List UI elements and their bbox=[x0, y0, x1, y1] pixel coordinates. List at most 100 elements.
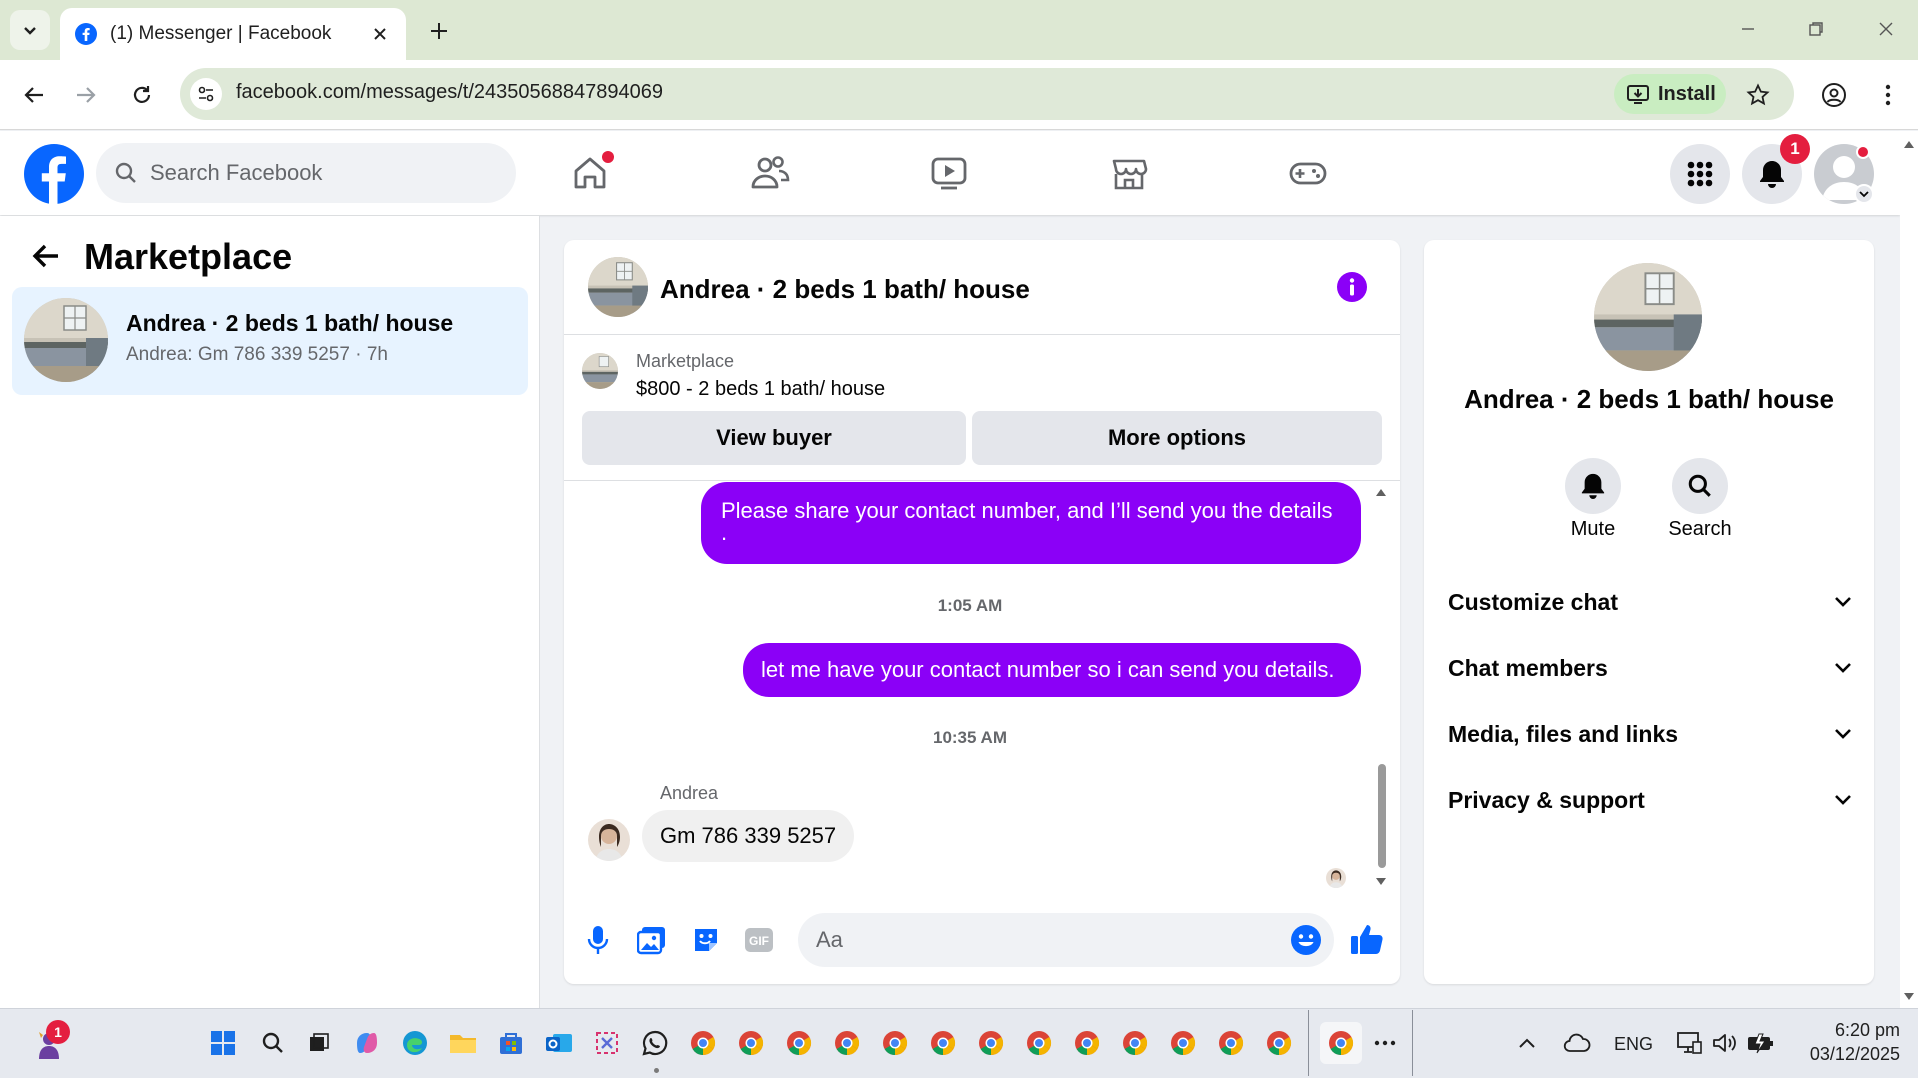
tab-close-button[interactable] bbox=[368, 22, 392, 46]
reload-button[interactable] bbox=[124, 77, 160, 113]
section-media-files-links[interactable]: Media, files and links bbox=[1448, 714, 1852, 754]
taskbar-store[interactable] bbox=[494, 1026, 528, 1060]
menu-button[interactable] bbox=[1670, 144, 1730, 204]
install-app-button[interactable]: Install bbox=[1614, 74, 1726, 114]
more-options-button[interactable]: More options bbox=[972, 411, 1382, 465]
taskbar-whatsapp[interactable] bbox=[638, 1026, 672, 1060]
search-in-conversation-button[interactable] bbox=[1672, 458, 1728, 514]
conversation-name: Andrea · 2 beds 1 bath/ house bbox=[126, 310, 454, 336]
taskbar-copilot[interactable] bbox=[350, 1026, 384, 1060]
chat-header-avatar[interactable] bbox=[588, 257, 648, 317]
outgoing-message[interactable]: Please share your contact number, and I’… bbox=[701, 482, 1361, 564]
taskbar-chrome-4[interactable] bbox=[830, 1026, 864, 1060]
taskbar-chrome-9[interactable] bbox=[1070, 1026, 1104, 1060]
nav-gaming[interactable] bbox=[1285, 150, 1331, 196]
taskbar-chrome-8[interactable] bbox=[1022, 1026, 1056, 1060]
clock-time[interactable]: 6:20 pm bbox=[1800, 1020, 1900, 1041]
taskbar-chrome-13[interactable] bbox=[1262, 1026, 1296, 1060]
chat-scrollbar-thumb[interactable] bbox=[1378, 764, 1386, 868]
browser-menu-button[interactable] bbox=[1870, 77, 1906, 113]
start-button[interactable] bbox=[206, 1026, 240, 1060]
mute-button[interactable] bbox=[1565, 458, 1621, 514]
bell-icon bbox=[1760, 161, 1784, 188]
attach-media-button[interactable] bbox=[634, 922, 670, 958]
task-view-button[interactable] bbox=[302, 1026, 336, 1060]
gif-button[interactable]: GIF bbox=[741, 922, 777, 958]
store-icon bbox=[500, 1033, 522, 1054]
volume-button[interactable] bbox=[1708, 1026, 1742, 1060]
taskbar-outlook[interactable] bbox=[542, 1026, 576, 1060]
restore-button[interactable] bbox=[1796, 14, 1836, 44]
taskbar-snipping-tool[interactable] bbox=[590, 1026, 624, 1060]
clock-date[interactable]: 03/12/2025 bbox=[1790, 1044, 1900, 1065]
facebook-logo[interactable] bbox=[24, 144, 84, 204]
taskbar-chrome-6[interactable] bbox=[926, 1026, 960, 1060]
show-hidden-icons-button[interactable] bbox=[1510, 1026, 1544, 1060]
taskbar-chrome-12[interactable] bbox=[1214, 1026, 1248, 1060]
language-indicator[interactable]: ENG bbox=[1614, 1034, 1653, 1055]
chrome-icon bbox=[1219, 1031, 1244, 1055]
taskbar-edge[interactable] bbox=[398, 1026, 432, 1060]
chevron-down-icon bbox=[1859, 191, 1869, 198]
kitchen-photo-icon bbox=[588, 257, 648, 317]
network-button[interactable] bbox=[1672, 1026, 1706, 1060]
taskbar-chrome-7[interactable] bbox=[974, 1026, 1008, 1060]
voice-clip-button[interactable] bbox=[580, 922, 616, 958]
taskbar-chrome-3[interactable] bbox=[782, 1026, 816, 1060]
search-icon bbox=[1688, 474, 1711, 497]
forward-button[interactable] bbox=[68, 77, 104, 113]
taskbar-file-explorer[interactable] bbox=[446, 1026, 480, 1060]
back-to-chats-button[interactable] bbox=[30, 240, 66, 276]
taskbar-overflow-button[interactable] bbox=[1368, 1026, 1402, 1060]
section-privacy-support[interactable]: Privacy & support bbox=[1448, 780, 1852, 820]
listing-title[interactable]: $800 - 2 beds 1 bath/ house bbox=[636, 378, 885, 401]
onedrive-button[interactable] bbox=[1560, 1026, 1594, 1060]
tab-search-button[interactable] bbox=[10, 10, 50, 50]
url-text[interactable]: facebook.com/messages/t/2435056884789406… bbox=[236, 81, 663, 104]
taskbar-chrome-active[interactable] bbox=[1320, 1022, 1362, 1064]
battery-button[interactable] bbox=[1744, 1026, 1778, 1060]
star-icon bbox=[1746, 83, 1770, 106]
sender-avatar[interactable] bbox=[588, 819, 630, 861]
browser-tab-active[interactable]: (1) Messenger | Facebook bbox=[60, 8, 406, 60]
bookmark-button[interactable] bbox=[1740, 77, 1776, 113]
nav-video[interactable] bbox=[926, 150, 972, 196]
close-window-button[interactable] bbox=[1866, 14, 1906, 44]
sticker-button[interactable] bbox=[688, 922, 724, 958]
back-button[interactable] bbox=[16, 77, 52, 113]
mute-label: Mute bbox=[1570, 518, 1616, 540]
message-input[interactable]: Aa bbox=[798, 913, 1334, 967]
chrome-icon bbox=[931, 1031, 956, 1055]
account-notification-dot bbox=[1856, 145, 1870, 159]
nav-marketplace[interactable] bbox=[1106, 150, 1152, 196]
taskbar-chrome-5[interactable] bbox=[878, 1026, 912, 1060]
account-dropdown-button[interactable] bbox=[1854, 184, 1874, 204]
chat-header-title[interactable]: Andrea · 2 beds 1 bath/ house bbox=[660, 274, 1030, 305]
site-info-button[interactable] bbox=[190, 78, 222, 110]
tune-icon bbox=[198, 86, 214, 102]
conversation-info-button[interactable] bbox=[1336, 271, 1368, 303]
minimize-button[interactable] bbox=[1728, 14, 1768, 44]
facebook-search-box[interactable]: Search Facebook bbox=[96, 143, 516, 203]
outgoing-message[interactable]: let me have your contact number so i can… bbox=[743, 643, 1361, 697]
chevron-down-icon bbox=[1835, 795, 1851, 805]
taskbar-search-button[interactable] bbox=[256, 1026, 290, 1060]
taskbar-chrome-10[interactable] bbox=[1118, 1026, 1152, 1060]
like-button[interactable] bbox=[1350, 922, 1384, 956]
section-chat-members[interactable]: Chat members bbox=[1448, 648, 1852, 688]
incoming-message[interactable]: Gm 786 339 5257 bbox=[642, 810, 855, 862]
taskbar-chrome-2[interactable] bbox=[734, 1026, 768, 1060]
page-scrollbar[interactable] bbox=[1900, 131, 1918, 1008]
taskbar-chrome-11[interactable] bbox=[1166, 1026, 1200, 1060]
taskbar-chrome-1[interactable] bbox=[686, 1026, 720, 1060]
profile-button[interactable] bbox=[1816, 77, 1852, 113]
facebook-favicon-icon bbox=[75, 23, 97, 45]
nav-friends[interactable] bbox=[747, 150, 793, 196]
new-tab-button[interactable] bbox=[424, 16, 454, 46]
emoji-button[interactable] bbox=[1290, 924, 1322, 956]
person-photo-icon bbox=[1326, 868, 1346, 888]
section-customize-chat[interactable]: Customize chat bbox=[1448, 582, 1852, 622]
view-buyer-button[interactable]: View buyer bbox=[582, 411, 966, 465]
listing-source-label: Marketplace bbox=[636, 351, 735, 371]
info-icon bbox=[1337, 272, 1367, 302]
